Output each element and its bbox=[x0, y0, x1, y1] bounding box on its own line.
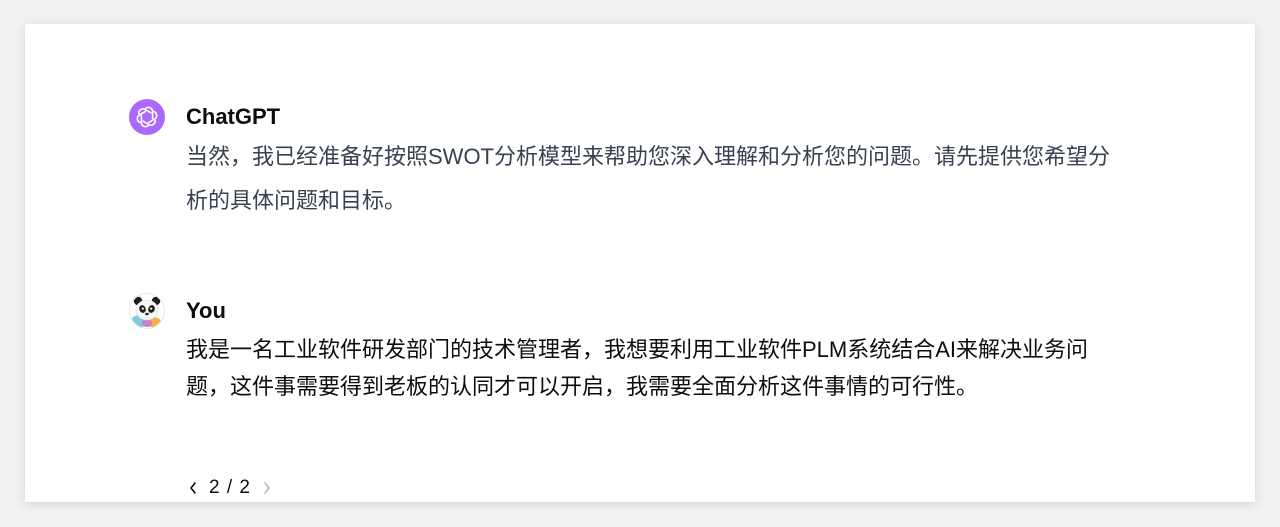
user-message-text: 我是一名工业软件研发部门的技术管理者，我想要利用工业软件PLM系统结合AI来解决… bbox=[186, 337, 1089, 399]
openai-logo-icon bbox=[136, 106, 158, 128]
assistant-author-name: ChatGPT bbox=[186, 104, 281, 129]
chatgpt-avatar bbox=[129, 99, 165, 135]
chevron-left-icon bbox=[190, 482, 196, 494]
assistant-message-text: 当然，我已经准备好按照SWOT分析模型来帮助您深入理解和分析您的问题。请先提供您… bbox=[186, 144, 1110, 213]
next-version-button[interactable] bbox=[260, 477, 274, 499]
previous-version-button[interactable] bbox=[186, 477, 200, 499]
user-avatar bbox=[129, 293, 165, 329]
response-pager: 2 / 2 bbox=[186, 473, 274, 503]
user-author-name: You bbox=[186, 298, 226, 323]
panda-avatar-icon bbox=[130, 294, 164, 328]
chevron-right-icon bbox=[264, 482, 270, 494]
pager-count: 2 / 2 bbox=[209, 477, 251, 498]
chat-panel: ChatGPT 当然，我已经准备好按照SWOT分析模型来帮助您深入理解和分析您的… bbox=[25, 24, 1255, 502]
